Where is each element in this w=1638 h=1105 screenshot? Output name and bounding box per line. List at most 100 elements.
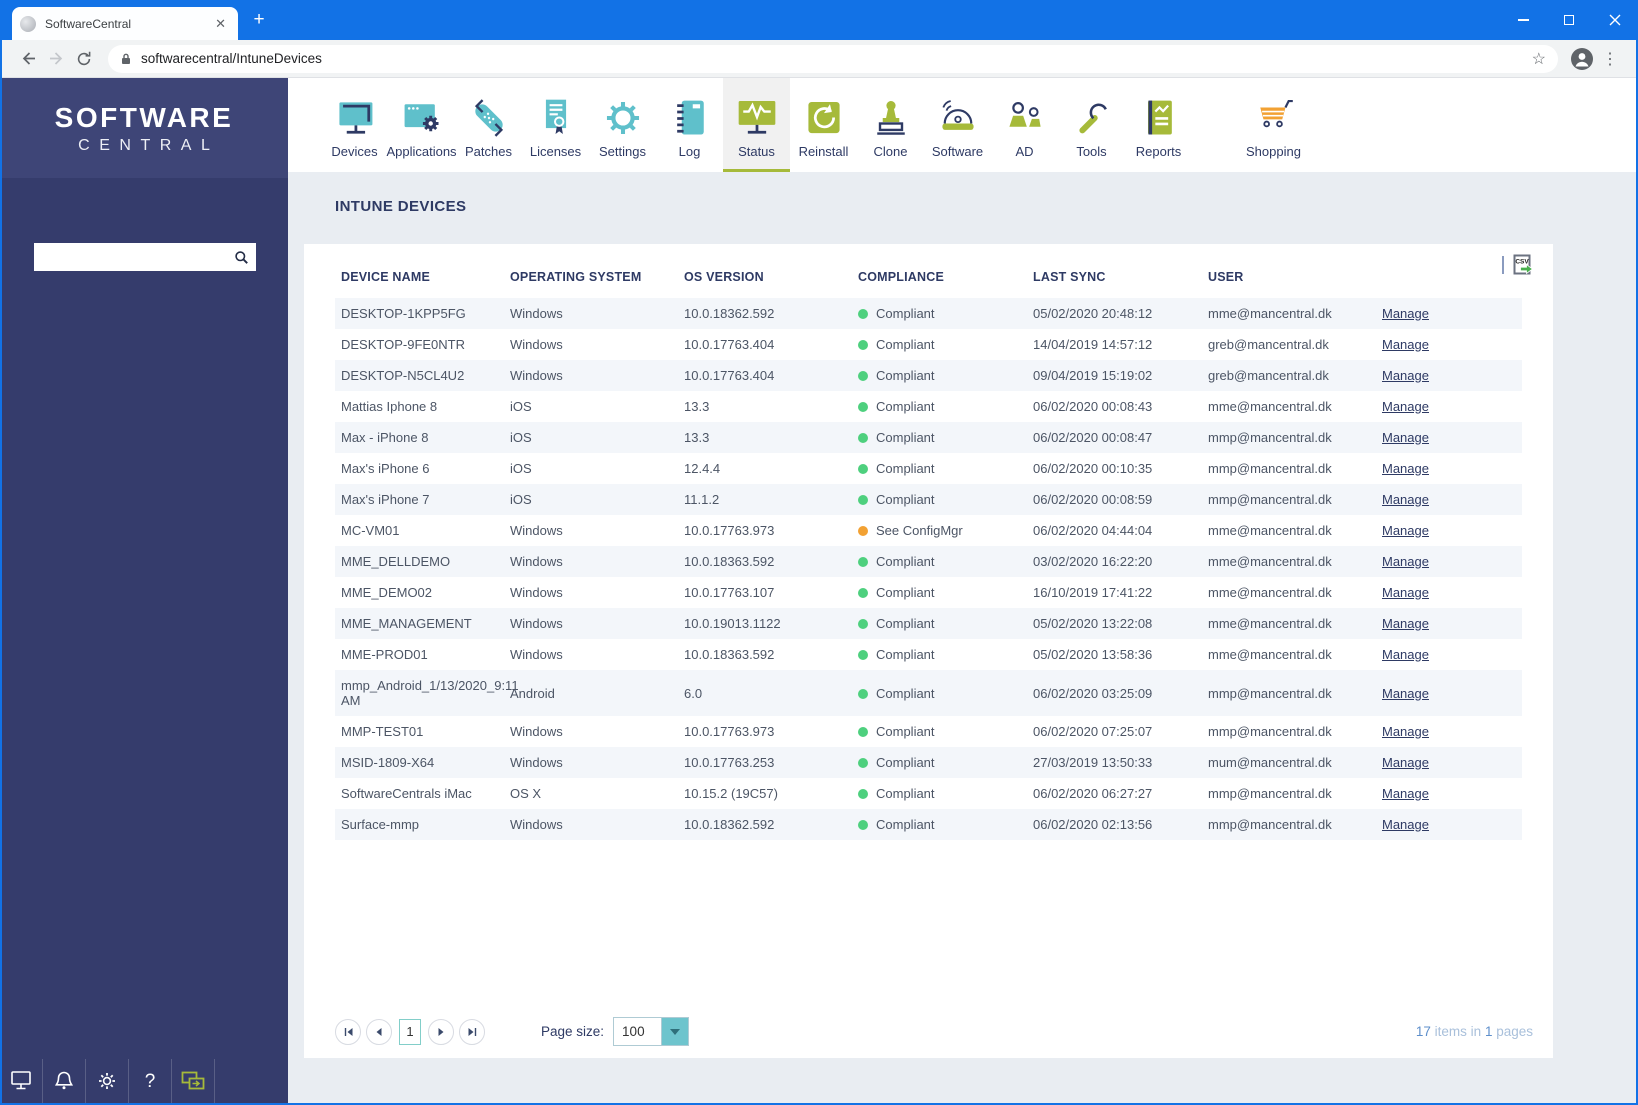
reload-button[interactable] <box>70 45 98 73</box>
shopping-icon <box>1251 96 1297 140</box>
devices-icon <box>332 96 378 140</box>
manage-link[interactable]: Manage <box>1382 337 1429 352</box>
nav-item-ad[interactable]: AD <box>991 78 1058 172</box>
user-cell: mme@mancentral.dk <box>1208 399 1332 414</box>
manage-link[interactable]: Manage <box>1382 724 1429 739</box>
browser-titlebar: SoftwareCentral ✕ + <box>0 0 1638 40</box>
sidebar-footer: ? <box>0 1059 215 1103</box>
close-button[interactable] <box>1592 0 1638 40</box>
search-icon <box>234 250 248 264</box>
action-cell: Manage <box>1382 577 1522 608</box>
manage-link[interactable]: Manage <box>1382 306 1429 321</box>
nav-item-clone[interactable]: Clone <box>857 78 924 172</box>
manage-link[interactable]: Manage <box>1382 492 1429 507</box>
user-cell: mmp@mancentral.dk <box>1208 670 1382 716</box>
nav-item-tools[interactable]: Tools <box>1058 78 1125 172</box>
nav-item-devices[interactable]: Devices <box>321 78 388 172</box>
status-text: Compliant <box>876 755 935 770</box>
licenses-icon <box>533 96 579 140</box>
manage-link[interactable]: Manage <box>1382 755 1429 770</box>
minimize-button[interactable] <box>1500 0 1546 40</box>
url-bar[interactable]: softwarecentral/IntuneDevices ☆ <box>108 44 1558 73</box>
manage-link[interactable]: Manage <box>1382 461 1429 476</box>
manage-link[interactable]: Manage <box>1382 399 1429 414</box>
previous-page-button[interactable] <box>366 1018 392 1045</box>
last-page-button[interactable] <box>459 1018 485 1045</box>
manage-link[interactable]: Manage <box>1382 585 1429 600</box>
page-size-dropdown-button[interactable] <box>662 1018 689 1045</box>
column-header[interactable]: OPERATING SYSTEM <box>510 270 684 298</box>
browser-tab[interactable]: SoftwareCentral ✕ <box>12 7 238 40</box>
back-button[interactable] <box>14 45 42 73</box>
compliance-cell: Compliant <box>858 329 1033 360</box>
nav-item-reports[interactable]: Reports <box>1125 78 1192 172</box>
device-name-cell: Max's iPhone 7 <box>335 484 510 515</box>
nav-item-patches[interactable]: Patches <box>455 78 522 172</box>
nav-item-log[interactable]: Log <box>656 78 723 172</box>
manage-link[interactable]: Manage <box>1382 686 1429 701</box>
column-header[interactable]: OS VERSION <box>684 270 858 298</box>
bell-icon[interactable] <box>43 1059 86 1103</box>
column-header[interactable]: DEVICE NAME <box>335 270 510 298</box>
nav-item-software[interactable]: Software <box>924 78 991 172</box>
page-size-select[interactable]: 100 <box>613 1017 690 1046</box>
os-cell: Windows <box>510 546 684 577</box>
first-page-button[interactable] <box>335 1018 361 1045</box>
os-version-cell: 10.0.18362.592 <box>684 809 858 840</box>
manage-link[interactable]: Manage <box>1382 647 1429 662</box>
user-cell: mme@mancentral.dk <box>1208 298 1382 329</box>
manage-link[interactable]: Manage <box>1382 817 1429 832</box>
device-name-cell: DESKTOP-1KPP5FG <box>335 298 510 329</box>
lock-icon <box>122 53 130 64</box>
bookmark-star-icon[interactable]: ☆ <box>1532 49 1546 69</box>
manage-link[interactable]: Manage <box>1382 554 1429 569</box>
nav-item-reinstall[interactable]: Reinstall <box>790 78 857 172</box>
nav-item-settings[interactable]: Settings <box>589 78 656 172</box>
nav-item-applications[interactable]: Applications <box>386 78 457 172</box>
device-name-cell: MMP-TEST01 <box>341 724 424 739</box>
nav-item-status[interactable]: Status <box>723 78 790 172</box>
tab-close-icon[interactable]: ✕ <box>211 16 230 32</box>
manage-link[interactable]: Manage <box>1382 430 1429 445</box>
forward-button[interactable] <box>42 45 70 73</box>
column-header[interactable]: USER <box>1208 270 1382 298</box>
new-tab-button[interactable]: + <box>250 10 268 29</box>
items-count: 17 <box>1415 1024 1431 1039</box>
remote-session-icon[interactable] <box>172 1059 215 1103</box>
action-cell: Manage <box>1382 639 1522 670</box>
last-sync-cell: 06/02/2020 02:13:56 <box>1033 809 1208 840</box>
page-size-label: Page size: <box>541 1024 605 1039</box>
column-header[interactable]: LAST SYNC <box>1033 270 1208 298</box>
current-page[interactable]: 1 <box>399 1018 421 1045</box>
browser-menu-button[interactable]: ⋮ <box>1596 45 1624 73</box>
nav-item-label: Tools <box>1076 144 1107 159</box>
export-csv-button[interactable]: CSV <box>1513 254 1535 276</box>
column-header[interactable] <box>1382 270 1522 298</box>
gear-icon[interactable] <box>86 1059 129 1103</box>
manage-link[interactable]: Manage <box>1382 368 1429 383</box>
user-cell: mmp@mancentral.dk <box>1208 724 1332 739</box>
action-cell: Manage <box>1382 391 1522 422</box>
profile-avatar[interactable] <box>1568 45 1596 73</box>
manage-link[interactable]: Manage <box>1382 523 1429 538</box>
nav-item-shopping[interactable]: Shopping <box>1240 78 1307 172</box>
first-page-icon <box>344 1027 352 1036</box>
browser-toolbar: softwarecentral/IntuneDevices ☆ ⋮ <box>0 40 1638 78</box>
maximize-button[interactable] <box>1546 0 1592 40</box>
search-button[interactable] <box>226 243 256 271</box>
nav-item-licenses[interactable]: Licenses <box>522 78 589 172</box>
next-page-button[interactable] <box>428 1018 454 1045</box>
toolbar-separator <box>1502 256 1504 274</box>
search-input[interactable] <box>34 243 226 271</box>
column-header[interactable]: COMPLIANCE <box>858 270 1033 298</box>
svg-text:CSV: CSV <box>1515 259 1529 266</box>
help-icon[interactable]: ? <box>129 1059 172 1103</box>
manage-link[interactable]: Manage <box>1382 616 1429 631</box>
os-cell: Windows <box>510 809 684 840</box>
compliance-cell: Compliant <box>858 608 1033 639</box>
os-cell: Windows <box>510 523 563 538</box>
manage-link[interactable]: Manage <box>1382 786 1429 801</box>
nav-item-label: Status <box>738 144 775 159</box>
os-cell: iOS <box>510 422 684 453</box>
computer-icon[interactable] <box>0 1059 43 1103</box>
